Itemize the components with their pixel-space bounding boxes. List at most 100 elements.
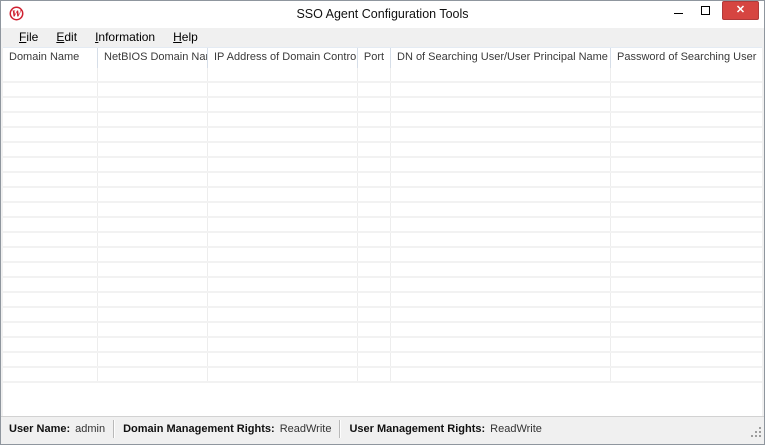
window-frame-bottom xyxy=(1,440,764,444)
table-cell xyxy=(611,308,762,321)
column-header-port[interactable]: Port xyxy=(358,48,391,68)
table-row[interactable] xyxy=(3,293,762,308)
table-cell xyxy=(3,83,98,96)
table-row[interactable] xyxy=(3,158,762,173)
table-cell xyxy=(208,68,358,81)
menu-help-accesskey: H xyxy=(173,30,182,44)
table-cell xyxy=(611,233,762,246)
table-cell xyxy=(391,338,611,351)
table-row[interactable] xyxy=(3,68,762,83)
table-cell xyxy=(358,98,391,111)
close-button[interactable]: ✕ xyxy=(722,1,759,20)
table-cell xyxy=(208,308,358,321)
table-row[interactable] xyxy=(3,353,762,368)
table-cell xyxy=(3,128,98,141)
table-cell xyxy=(611,368,762,381)
table-cell xyxy=(98,323,208,336)
table-cell xyxy=(208,353,358,366)
table-cell xyxy=(391,278,611,291)
table-cell xyxy=(3,278,98,291)
maximize-icon xyxy=(701,6,710,15)
minimize-button[interactable] xyxy=(664,1,692,20)
table-row[interactable] xyxy=(3,338,762,353)
table-cell xyxy=(391,188,611,201)
table-cell xyxy=(358,68,391,81)
table-cell xyxy=(391,353,611,366)
table-cell xyxy=(208,233,358,246)
table-cell xyxy=(611,218,762,231)
resize-grip-icon xyxy=(751,427,761,437)
table-row[interactable] xyxy=(3,173,762,188)
status-domain-rights-value: ReadWrite xyxy=(280,423,332,435)
table-cell xyxy=(3,293,98,306)
table-cell xyxy=(98,173,208,186)
status-domain-rights-label: Domain Management Rights: xyxy=(123,423,275,435)
column-header-dn-upn[interactable]: DN of Searching User/User Principal Name… xyxy=(391,48,611,68)
table-row[interactable] xyxy=(3,113,762,128)
status-domain-rights: Domain Management Rights: ReadWrite xyxy=(115,423,339,435)
resize-grip[interactable] xyxy=(751,427,761,437)
table-cell xyxy=(391,263,611,276)
table-cell xyxy=(208,293,358,306)
minimize-icon xyxy=(674,13,683,14)
table-cell xyxy=(391,113,611,126)
table-cell xyxy=(98,353,208,366)
maximize-button[interactable] xyxy=(692,1,718,20)
table-row[interactable] xyxy=(3,233,762,248)
table-cell xyxy=(3,368,98,381)
menu-file[interactable]: File xyxy=(10,29,47,46)
table-cell xyxy=(3,308,98,321)
table-cell xyxy=(98,128,208,141)
table-cell xyxy=(208,323,358,336)
table-cell xyxy=(611,203,762,216)
table-header: Domain Name NetBIOS Domain Name IP Addre… xyxy=(3,48,762,68)
table-cell xyxy=(611,173,762,186)
table-cell xyxy=(391,323,611,336)
table-cell xyxy=(611,353,762,366)
table-cell xyxy=(3,353,98,366)
menu-help[interactable]: Help xyxy=(164,29,207,46)
table-cell xyxy=(98,188,208,201)
menu-help-label: elp xyxy=(182,30,198,44)
status-user-rights: User Management Rights: ReadWrite xyxy=(341,423,549,435)
table-cell xyxy=(98,83,208,96)
table-row[interactable] xyxy=(3,203,762,218)
table-cell xyxy=(358,233,391,246)
table-row[interactable] xyxy=(3,368,762,383)
table-cell xyxy=(611,158,762,171)
table-cell xyxy=(611,293,762,306)
table-row[interactable] xyxy=(3,188,762,203)
table-cell xyxy=(358,323,391,336)
column-header-domain-name[interactable]: Domain Name xyxy=(3,48,98,68)
table-row[interactable] xyxy=(3,218,762,233)
table-cell xyxy=(391,293,611,306)
table-row[interactable] xyxy=(3,248,762,263)
menu-information[interactable]: Information xyxy=(86,29,164,46)
table-cell xyxy=(611,248,762,261)
table-cell xyxy=(98,308,208,321)
table-row[interactable] xyxy=(3,263,762,278)
titlebar[interactable]: W SSO Agent Configuration Tools ✕ xyxy=(1,1,764,28)
table-cell xyxy=(98,143,208,156)
table-cell xyxy=(98,113,208,126)
table-row[interactable] xyxy=(3,83,762,98)
table-row[interactable] xyxy=(3,278,762,293)
table-cell xyxy=(208,263,358,276)
table-row[interactable] xyxy=(3,308,762,323)
table-row[interactable] xyxy=(3,323,762,338)
table-cell xyxy=(611,113,762,126)
column-header-netbios-domain-name[interactable]: NetBIOS Domain Name xyxy=(98,48,208,68)
table-cell xyxy=(391,248,611,261)
table-row[interactable] xyxy=(3,128,762,143)
table-row[interactable] xyxy=(3,98,762,113)
table-cell xyxy=(391,218,611,231)
table-cell xyxy=(208,248,358,261)
table-body xyxy=(3,68,762,416)
column-header-ip-address[interactable]: IP Address of Domain Controller xyxy=(208,48,358,68)
table-cell xyxy=(3,323,98,336)
table-cell xyxy=(98,158,208,171)
column-header-password[interactable]: Password of Searching User xyxy=(611,48,762,68)
table-cell xyxy=(391,233,611,246)
table-row[interactable] xyxy=(3,143,762,158)
menu-edit[interactable]: Edit xyxy=(47,29,86,46)
